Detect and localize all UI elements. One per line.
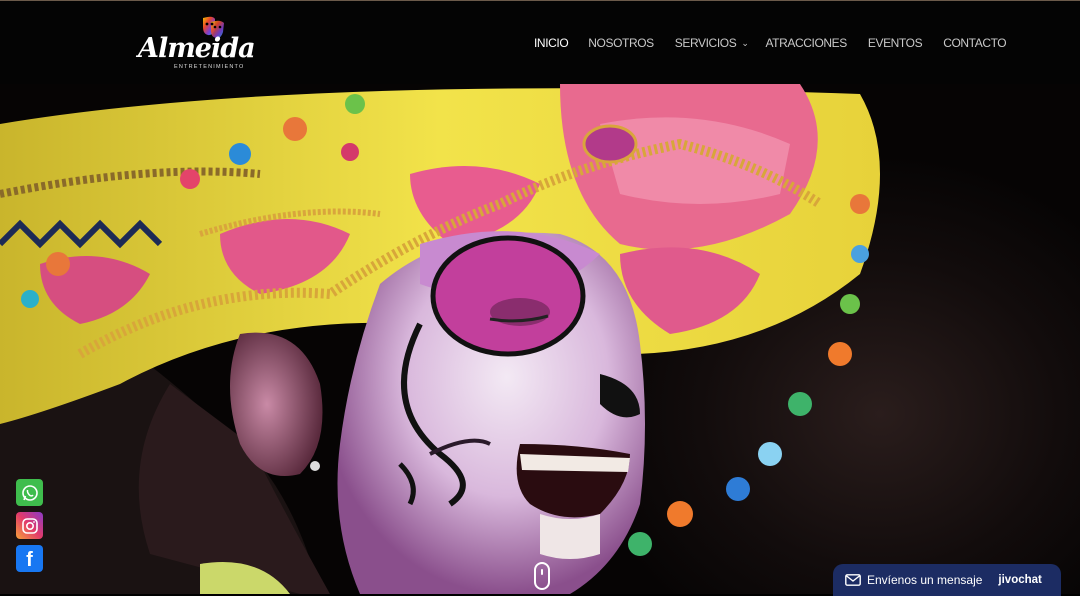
chevron-down-icon: ⌄: [741, 38, 748, 49]
logo-text: Almeida: [138, 35, 255, 62]
facebook-button[interactable]: f: [16, 545, 43, 572]
scroll-down-indicator[interactable]: [534, 562, 550, 590]
chat-brand: jivochat: [998, 574, 1041, 586]
nav-item-servicios[interactable]: SERVICIOS ⌄: [675, 36, 749, 50]
main-nav: INICIO NOSOTROS SERVICIOS ⌄ ATRACCIONES E…: [534, 36, 1006, 50]
whatsapp-icon: [21, 484, 39, 502]
hero-image: [0, 84, 1080, 594]
instagram-button[interactable]: [16, 512, 43, 539]
whatsapp-button[interactable]: [16, 479, 43, 506]
chat-label: Envíenos un mensaje: [867, 573, 982, 587]
envelope-icon: [845, 574, 861, 586]
catrina-illustration: [0, 84, 1080, 594]
nav-item-eventos[interactable]: EVENTOS: [868, 36, 922, 50]
instagram-icon: [21, 517, 39, 535]
nav-item-contacto[interactable]: CONTACTO: [943, 36, 1006, 50]
mouse-wheel-icon: [541, 569, 543, 575]
logo-tagline: ENTRETENIMIENTO: [174, 64, 244, 70]
nav-item-nosotros[interactable]: NOSOTROS: [588, 36, 653, 50]
site-header: Almeida ENTRETENIMIENTO INICIO NOSOTROS …: [0, 0, 1080, 84]
logo[interactable]: Almeida ENTRETENIMIENTO: [138, 13, 248, 73]
chat-widget[interactable]: Envíenos un mensaje jivochat: [833, 564, 1061, 596]
nav-item-inicio[interactable]: INICIO: [534, 36, 568, 50]
facebook-icon: f: [26, 550, 33, 570]
nav-item-atracciones[interactable]: ATRACCIONES: [765, 36, 846, 50]
nav-item-servicios-label: SERVICIOS: [675, 36, 737, 50]
